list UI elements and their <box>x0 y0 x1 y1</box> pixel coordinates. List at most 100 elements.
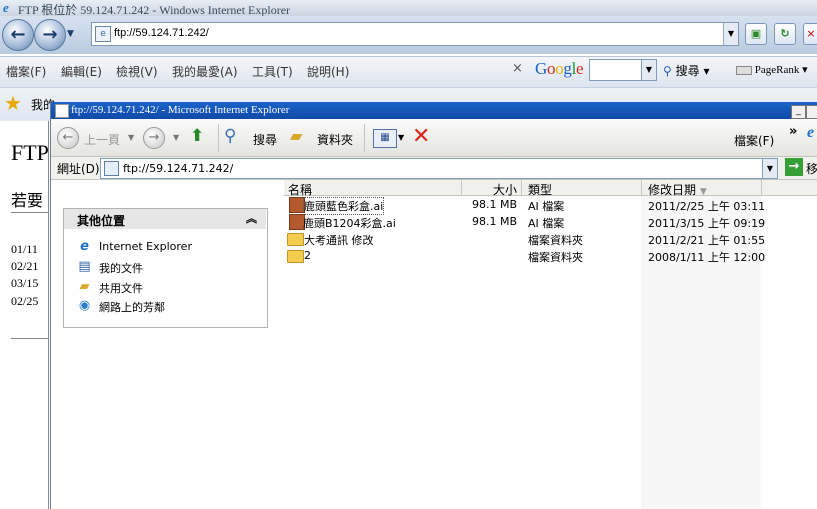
outer-title-bar: FTP 根位於 59.124.71.242 - Windows Internet… <box>0 0 817 17</box>
shared-documents-icon: ▰ <box>79 279 90 294</box>
inner-address-field[interactable]: ftp://59.124.71.242/ <box>100 158 764 179</box>
delete-icon[interactable]: ✕ <box>412 124 430 149</box>
file-modified: 2011/3/15 上午 09:19 <box>648 217 766 230</box>
menu-file[interactable]: 檔案(F) <box>6 63 46 80</box>
file-modified: 2011/2/21 上午 01:55 <box>648 234 766 247</box>
folders-button-label[interactable]: 資料夾 <box>317 131 353 148</box>
address-label: 網址(D) <box>57 162 100 176</box>
background-date: 02/25 <box>11 294 39 308</box>
file-type: AI 檔案 <box>528 217 565 230</box>
background-date: 02/21 <box>11 259 39 273</box>
collapse-chevron-icon[interactable]: ︽ <box>246 210 257 226</box>
page-icon: e <box>95 26 111 42</box>
file-name[interactable]: 2 <box>304 249 311 262</box>
google-search-dropdown-icon[interactable]: ▼ <box>641 59 657 81</box>
menu-view[interactable]: 檢視(V) <box>116 63 158 80</box>
column-size[interactable]: 大小 <box>493 181 517 198</box>
go-button-label[interactable]: 移 <box>806 160 817 177</box>
inner-address-text: ftp://59.124.71.242/ <box>123 162 234 175</box>
google-search-label: 搜尋 <box>675 64 700 78</box>
menu-edit[interactable]: 編輯(E) <box>61 63 102 80</box>
place-shared-documents[interactable]: 共用文件 <box>99 280 143 296</box>
column-modified[interactable]: 修改日期 ▼ <box>648 181 707 198</box>
my-documents-icon: ▤ <box>78 259 91 274</box>
inner-menu-file[interactable]: 檔案(F) <box>734 132 774 149</box>
views-dropdown-icon[interactable]: ▼ <box>398 133 404 142</box>
file-type: 檔案資料夾 <box>528 251 583 264</box>
views-icon[interactable]: ▦ <box>373 129 397 148</box>
windows-logo-icon: e <box>807 124 815 141</box>
file-type: AI 檔案 <box>528 200 565 213</box>
refresh-icon[interactable]: ↻ <box>774 23 796 45</box>
internet-explorer-icon: e <box>80 239 89 254</box>
inner-window-title: ftp://59.124.71.242/ - Microsoft Interne… <box>71 104 290 116</box>
toolbar-separator <box>364 124 365 152</box>
divider <box>11 212 48 213</box>
file-name[interactable]: 大考通訊 修改 <box>304 232 374 248</box>
background-page-text: 若要 <box>11 191 44 210</box>
menu-tools[interactable]: 工具(T) <box>252 63 293 80</box>
background-date: 03/15 <box>11 276 39 290</box>
folders-icon[interactable]: ▰ <box>290 126 312 148</box>
place-my-documents[interactable]: 我的文件 <box>99 260 143 276</box>
background-date: 01/11 <box>11 242 38 256</box>
back-button[interactable]: ← <box>2 19 34 51</box>
pagerank-widget[interactable]: PageRank ▾ <box>736 63 808 76</box>
background-page <box>0 121 49 509</box>
stop-icon[interactable]: × <box>803 23 817 45</box>
favorites-star-icon[interactable]: ★ <box>4 91 22 115</box>
address-dropdown-icon[interactable]: ▼ <box>762 158 778 179</box>
file-name[interactable]: 鹿頭B1204彩盒.ai <box>303 215 396 231</box>
inner-forward-icon[interactable]: → <box>143 127 165 149</box>
inner-back-label[interactable]: 上一頁 <box>84 131 120 148</box>
divider <box>11 338 48 339</box>
toolbar-separator <box>218 124 219 152</box>
forward-button[interactable]: → <box>34 19 66 51</box>
sort-descending-icon: ▼ <box>699 187 707 197</box>
pagerank-label: PageRank <box>754 64 800 76</box>
column-modified-label: 修改日期 <box>648 183 697 197</box>
google-search-button[interactable]: ⚲ 搜尋 ▾ <box>663 62 709 79</box>
up-folder-icon[interactable]: ⬆ <box>190 126 210 146</box>
file-type: 檔案資料夾 <box>528 234 583 247</box>
search-button-label[interactable]: 搜尋 <box>253 131 277 148</box>
menu-help[interactable]: 說明(H) <box>307 63 349 80</box>
outer-address-bar[interactable]: e ftp://59.124.71.242/ ▼ <box>91 22 739 46</box>
ftp-folder-icon <box>55 104 69 118</box>
google-search-input[interactable] <box>589 59 642 81</box>
magnifier-icon: ⚲ <box>663 64 672 78</box>
more-chevron-icon[interactable]: » <box>789 124 797 139</box>
file-modified: 2008/1/11 上午 12:00 <box>648 251 766 264</box>
file-size: 98.1 MB <box>472 215 518 228</box>
recent-pages-dropdown-icon[interactable]: ▼ <box>67 29 79 39</box>
google-toolbar-close-icon[interactable]: × <box>512 61 523 76</box>
maximize-icon[interactable] <box>806 105 817 119</box>
column-separator[interactable] <box>521 180 522 195</box>
column-type[interactable]: 類型 <box>528 181 552 198</box>
inner-title-bar: ftp://59.124.71.242/ - Microsoft Interne… <box>51 102 817 119</box>
menu-favorites[interactable]: 我的最愛(A) <box>172 63 238 80</box>
column-name[interactable]: 名稱 <box>288 181 312 198</box>
back-dropdown-icon[interactable]: ▼ <box>128 133 134 142</box>
address-dropdown-icon[interactable]: ▼ <box>723 23 738 45</box>
compatibility-view-icon[interactable]: ▣ <box>745 23 767 45</box>
inner-toolbar <box>51 120 817 157</box>
network-places-icon: ◉ <box>78 298 91 313</box>
ie-logo-icon: e <box>3 0 9 15</box>
file-name[interactable]: 鹿頭藍色彩盒.ai <box>303 197 385 215</box>
folder-icon <box>287 250 304 263</box>
forward-dropdown-icon[interactable]: ▼ <box>173 133 179 142</box>
search-icon[interactable]: ⚲ <box>224 126 246 148</box>
place-internet-explorer[interactable]: Internet Explorer <box>99 240 192 253</box>
background-page-heading: FTP <box>11 140 49 165</box>
column-separator[interactable] <box>461 180 462 195</box>
column-separator[interactable] <box>641 180 642 195</box>
inner-back-icon[interactable]: ← <box>57 127 79 149</box>
go-arrow-icon[interactable]: → <box>785 158 803 176</box>
column-separator[interactable] <box>761 180 762 195</box>
minimize-icon[interactable]: _ <box>791 105 806 119</box>
other-places-title[interactable]: 其他位置 <box>77 212 125 229</box>
folder-icon <box>287 233 304 246</box>
place-network[interactable]: 網路上的芳鄰 <box>99 299 165 315</box>
file-modified: 2011/2/25 上午 03:11 <box>648 200 766 213</box>
